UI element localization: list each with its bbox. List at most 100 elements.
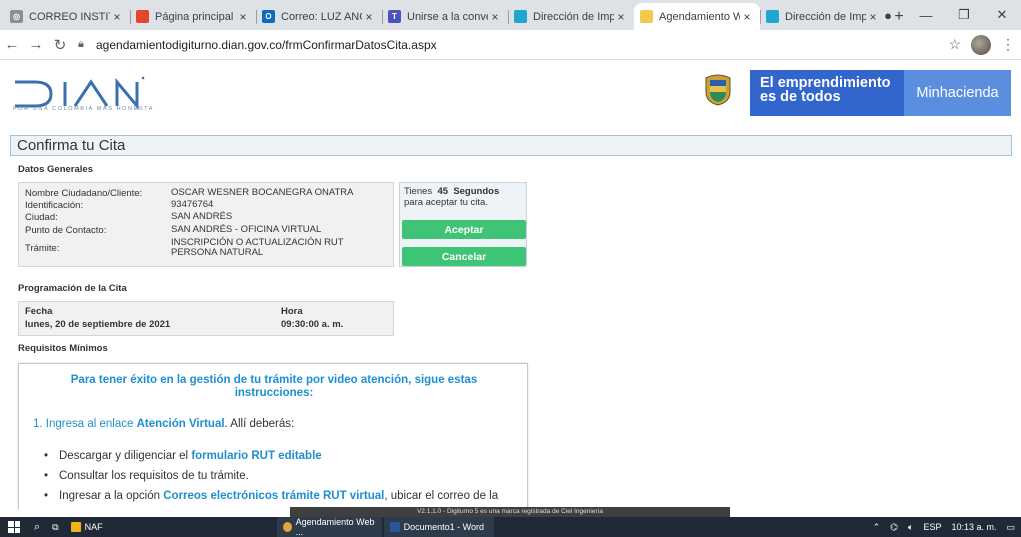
browser-tab[interactable]: ◎ CORREO INSTITU× (4, 3, 130, 30)
countdown-suffix: para aceptar tu cita. (404, 197, 488, 208)
tab-label: Unirse a la conve (407, 10, 488, 23)
profile-avatar[interactable] (971, 34, 991, 55)
volume-icon[interactable]: 🔈︎ (908, 522, 913, 533)
bullet-3-suffix: , ubicar el correo de la (384, 490, 499, 502)
notifications-icon[interactable]: ▭ (1006, 522, 1015, 533)
taskbar-label: NAF (84, 522, 103, 532)
os-taskbar: ⌕ ⧉ NAF Agendamiento Web ... Documento1 … (0, 517, 1021, 537)
dian-slogan: POR UNA COLOMBIA MÁS HONESTA (13, 106, 154, 112)
accept-button[interactable]: Aceptar (402, 220, 526, 239)
browser-tab[interactable]: Dirección de Imp × (508, 3, 634, 30)
system-tray: ⌃ ⌬ 🔈︎ ESP 10:13 a. m. ▭ (873, 522, 1015, 533)
minimize-icon[interactable]: — (907, 8, 945, 23)
tab-close-icon[interactable]: × (236, 10, 250, 24)
tab-label: Dirección de Imp (785, 10, 866, 23)
date-value: lunes, 20 de septiembre de 2021 (25, 319, 171, 330)
tab-favicon-icon: O (262, 10, 275, 23)
step-1-suffix: . Allí deberás: (224, 418, 295, 430)
colombia-shield-icon (705, 74, 731, 106)
taskbar-item-naf[interactable]: NAF (65, 517, 175, 537)
bullet-icon: • (43, 470, 49, 482)
language-indicator[interactable]: ESP (923, 522, 941, 532)
tab-label: Correo: LUZ ANG (281, 10, 362, 23)
reload-icon[interactable]: ↻ (48, 36, 72, 54)
time-value: 09:30:00 a. m. (281, 319, 344, 330)
cancel-button[interactable]: Cancelar (402, 247, 526, 266)
tab-label: CORREO INSTITU (29, 10, 110, 23)
countdown-box: Tienes 45 Segundos para aceptar tu cita.… (399, 182, 527, 267)
step-1: 1. Ingresa al enlace Atención Virtual. A… (33, 418, 294, 430)
tab-favicon-icon (514, 10, 527, 23)
windows-start-icon[interactable] (8, 521, 20, 533)
browser-tab[interactable]: O Correo: LUZ ANG × (256, 3, 382, 30)
chevron-up-icon[interactable]: ⌃ (873, 522, 881, 533)
browser-tab[interactable]: T Unirse a la conve × (382, 3, 508, 30)
folder-icon (70, 522, 81, 532)
rut-email-link[interactable]: Correos electrónicos trámite RUT virtual (163, 490, 384, 502)
emprendimiento-banner: El emprendimiento es de todos (750, 70, 904, 116)
forward-icon[interactable]: → (24, 36, 48, 53)
restore-icon[interactable]: ❐ (945, 7, 983, 23)
bookmark-star-icon[interactable]: ☆ (948, 36, 961, 53)
profile-indicator-icon[interactable]: ● (869, 8, 907, 23)
rut-form-link[interactable]: formulario RUT editable (191, 450, 321, 462)
field-value: SAN ANDRÉS - OFICINA VIRTUAL (171, 224, 322, 235)
browser-tab[interactable]: Página principal d × (130, 3, 256, 30)
field-label: Trámite: (25, 243, 60, 254)
tab-favicon-icon: ◎ (10, 10, 23, 23)
general-row-procedure: Trámite: INSCRIPCIÓN O ACTUALIZACIÓN RUT… (25, 238, 391, 258)
tab-favicon-icon (766, 10, 779, 23)
back-icon[interactable]: ← (0, 36, 24, 53)
taskbar-item-word[interactable]: Documento1 - Word (383, 517, 494, 537)
list-item: • Descargar y diligenciar el formulario R… (33, 450, 322, 462)
word-icon (389, 522, 400, 532)
field-value: INSCRIPCIÓN O ACTUALIZACIÓN RUT PERSONA … (171, 237, 344, 258)
tab-close-icon[interactable]: × (362, 10, 376, 24)
lock-icon: 🔒︎ (78, 38, 84, 50)
requirements-intro: Para tener éxito en la gestión de tu trá… (70, 374, 478, 399)
field-value: SAN ANDRÉS (171, 211, 233, 222)
browser-tab[interactable]: Agendamiento W × (634, 3, 760, 30)
general-data-heading: Datos Generales (18, 164, 93, 175)
field-label: Punto de Contacto: (25, 225, 107, 236)
countdown-seconds: 45 (437, 186, 449, 197)
schedule-heading: Programación de la Cita (18, 283, 127, 294)
bullet-icon: • (43, 490, 49, 502)
tab-close-icon[interactable]: × (110, 10, 124, 24)
virtual-attention-link[interactable]: Atención Virtual (137, 418, 225, 430)
task-view-icon[interactable]: ⧉ (46, 517, 64, 537)
bullet-2: Consultar los requisitos de tu trámite. (59, 470, 249, 482)
network-icon[interactable]: ⌬ (890, 522, 898, 533)
address-bar[interactable]: 🔒︎ agendamientodigiturno.dian.gov.co/frm… (78, 34, 958, 56)
time-label: Hora (281, 306, 303, 317)
taskbar-item-chrome[interactable]: Agendamiento Web ... (276, 517, 382, 537)
requirements-box: Para tener éxito en la gestión de tu trá… (18, 363, 528, 509)
countdown-text: Tienes 45 Segundos para aceptar tu cita. (404, 186, 499, 208)
tab-close-icon[interactable]: × (740, 10, 754, 24)
site-header: POR UNA COLOMBIA MÁS HONESTA El emprendi… (0, 61, 1021, 131)
clock[interactable]: 10:13 a. m. (951, 522, 996, 532)
field-value: OSCAR WESNER BOCANEGRA ONATRA (171, 187, 354, 198)
tab-favicon-icon (136, 10, 149, 23)
field-label: Ciudad: (25, 212, 58, 223)
browser-tab[interactable]: Dirección de Imp × (760, 3, 886, 30)
list-item: • Consultar los requisitos de tu trámite. (33, 470, 249, 482)
field-label: Nombre Ciudadano/Cliente: (25, 188, 143, 199)
search-icon[interactable]: ⌕ (28, 517, 46, 537)
countdown-unit: Segundos (453, 186, 500, 197)
url-text: agendamientodigiturno.dian.gov.co/frmCon… (96, 37, 437, 52)
dian-logo (15, 76, 145, 111)
browser-tab-strip: ◎CORREO INSTITU×Página principal d×OCorr… (0, 0, 1021, 30)
bullet-icon: • (43, 450, 49, 462)
general-data-box: Nombre Ciudadano/Cliente: OSCAR WESNER B… (18, 182, 394, 267)
tab-close-icon[interactable]: × (614, 10, 628, 24)
taskbar-label: Documento1 - Word (403, 522, 484, 532)
general-row-city: Ciudad: SAN ANDRÉS (25, 211, 391, 224)
bullet-1-prefix: Descargar y diligenciar el (59, 450, 192, 462)
tab-close-icon[interactable]: × (488, 10, 502, 24)
menu-kebab-icon[interactable]: ⋮ (1001, 36, 1015, 53)
close-window-icon[interactable]: ✕ (983, 7, 1021, 23)
list-item: • Ingresar a la opción Correos electrónic… (33, 490, 498, 502)
taskbar-label: Agendamiento Web ... (295, 517, 375, 537)
field-label: Identificación: (25, 200, 84, 211)
